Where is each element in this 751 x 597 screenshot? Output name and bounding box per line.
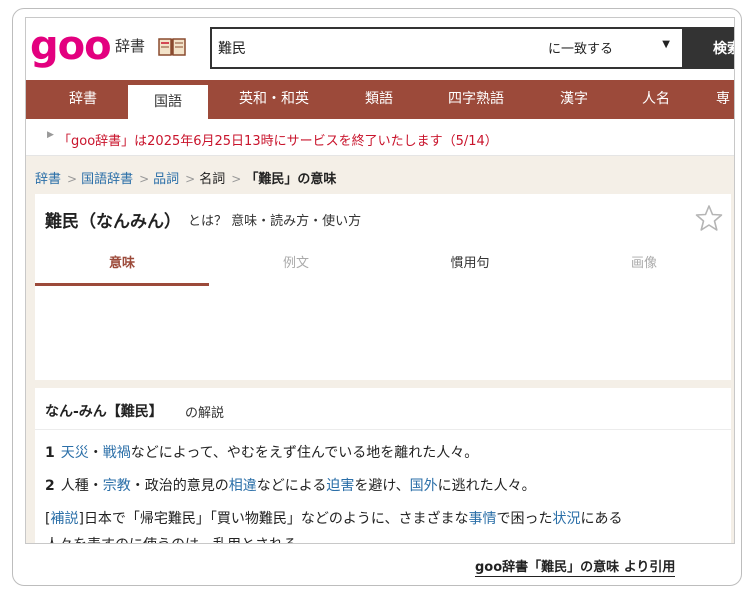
tab-images: 画像 — [630, 256, 657, 271]
nav-item-thesaurus[interactable]: 類語 — [344, 80, 414, 119]
breadcrumb: 辞書 > 国語辞書 > 品詞 > 名詞 > 「難民」の意味 — [35, 168, 340, 187]
entry-header: なん-みん【難民】 の解説 — [35, 388, 731, 430]
nav-item-kanji[interactable]: 漢字 — [544, 80, 604, 119]
breadcrumb-part-of-speech[interactable]: 品詞 — [153, 172, 179, 187]
page-subtitle: とは？ 意味・読み方・使い方 — [188, 214, 362, 229]
nav-item-yojijukugo[interactable]: 四字熟語 — [426, 80, 526, 119]
note-text: で困った — [496, 511, 553, 527]
service-notice[interactable]: ▶ 「goo辞書」は2025年6月25日13時にサービスを終了いたします（5/1… — [26, 119, 734, 156]
note-text: 日本で「帰宅難民」「買い物難民」などのように、さまざまな — [83, 511, 469, 527]
tab-meaning[interactable]: 意味 — [35, 246, 209, 286]
caret-down-icon: ▼ — [662, 39, 670, 50]
link-hakugai[interactable]: 迫害 — [326, 478, 354, 494]
site-header: goo 辞書 に一致する ▼ 検索 — [26, 18, 734, 80]
screenshot-panel: goo 辞書 に一致する ▼ 検索 辞書 国語 英和・和英 類語 四字熟語 漢字… — [25, 17, 735, 544]
nav-item-dictionary[interactable]: 辞書 — [40, 80, 126, 119]
link-hosetsu[interactable]: 補説 — [50, 511, 78, 527]
entry-headword: なん-みん【難民】 — [45, 404, 163, 420]
entry-kaisetsu-label: の解説 — [185, 406, 225, 421]
sense-text: ・ — [88, 445, 103, 461]
notice-text[interactable]: 「goo辞書」は2025年6月25日13時にサービスを終了いたします（5/14） — [58, 130, 498, 149]
nav-item-japanese[interactable]: 国語 — [128, 85, 208, 119]
sense-text: を避け、 — [354, 478, 410, 494]
breadcrumb-current: 「難民」の意味 — [245, 172, 337, 187]
link-senka[interactable]: 戦禍 — [103, 445, 131, 461]
nav-item-english[interactable]: 英和・和英 — [216, 80, 332, 119]
search-box: に一致する ▼ — [210, 27, 684, 69]
match-mode-select[interactable]: に一致する ▼ — [548, 38, 680, 60]
search-input[interactable] — [218, 37, 518, 59]
category-nav: 辞書 国語 英和・和英 類語 四字熟語 漢字 人名 専 — [26, 80, 734, 119]
nav-item-special[interactable]: 専 — [716, 80, 734, 119]
goo-logo[interactable]: goo — [30, 22, 112, 70]
page-title: 難民（なんみん） — [45, 212, 181, 232]
tab-idioms[interactable]: 慣用句 — [383, 246, 557, 286]
sense-number: 1 — [45, 445, 55, 461]
sense-text: に逃れた人々。 — [437, 478, 536, 494]
blank-ad-space — [35, 310, 731, 380]
chevron-right-icon: > — [185, 172, 196, 186]
link-jijo[interactable]: 事情 — [469, 511, 497, 527]
link-tensai[interactable]: 天災 — [61, 445, 89, 461]
breadcrumb-dictionary[interactable]: 辞書 — [35, 172, 61, 187]
sense-text: などによる — [256, 478, 327, 494]
match-mode-value: に一致する — [548, 42, 614, 57]
sense-1: 1 天災・戦禍などによって、やむをえず住んでいる地を離れた人々。 — [45, 442, 478, 462]
sense-text: 人種・ — [60, 478, 103, 494]
breadcrumb-noun: 名詞 — [199, 172, 226, 187]
note-text: にある — [580, 511, 623, 527]
entry-tabs: 意味 例文 慣用句 画像 — [35, 246, 731, 286]
tab-examples: 例文 — [282, 256, 309, 271]
sense-2: 2 人種・宗教・政治的意見の相違などによる迫害を避け、国外に逃れた人々。 — [45, 475, 536, 495]
nav-item-names[interactable]: 人名 — [626, 80, 686, 119]
title-card: 難民（なんみん） とは？ 意味・読み方・使い方 意味 例文 慣用句 画像 — [35, 194, 731, 310]
link-jokyo[interactable]: 状況 — [553, 511, 581, 527]
entry-card: なん-みん【難民】 の解説 1 天災・戦禍などによって、やむをえず住んでいる地を離… — [35, 388, 731, 543]
citation-link[interactable]: goo辞書「難民」の意味 より引用 — [475, 556, 676, 577]
link-shukyo[interactable]: 宗教 — [103, 478, 131, 494]
chevron-right-icon: > — [231, 172, 242, 186]
triangle-right-icon: ▶ — [47, 130, 54, 140]
search-button[interactable]: 検索 — [683, 27, 734, 69]
main-content: 辞書 > 国語辞書 > 品詞 > 名詞 > 「難民」の意味 難民（なんみん） とは？ 意味・読み… — [26, 156, 734, 543]
sense-text: ・政治的意見の — [130, 478, 229, 494]
sense-number: 2 — [45, 478, 55, 494]
book-icon — [158, 38, 186, 56]
star-icon[interactable] — [695, 204, 723, 232]
link-soui[interactable]: 相違 — [229, 478, 257, 494]
sense-text: などによって、やむをえず住んでいる地を離れた人々。 — [130, 445, 479, 461]
link-kokugai[interactable]: 国外 — [410, 478, 438, 494]
chevron-right-icon: > — [67, 172, 78, 186]
chevron-right-icon: > — [139, 172, 150, 186]
dictionary-label[interactable]: 辞書 — [115, 35, 145, 56]
supplementary-note-line2: 人々を表すのに使うのは、乱用とされる。 — [45, 534, 311, 543]
supplementary-note: [補説]日本で「帰宅難民」「買い物難民」などのように、さまざまな事情で困った状況… — [45, 508, 623, 528]
breadcrumb-japanese-dictionary[interactable]: 国語辞書 — [81, 172, 133, 187]
